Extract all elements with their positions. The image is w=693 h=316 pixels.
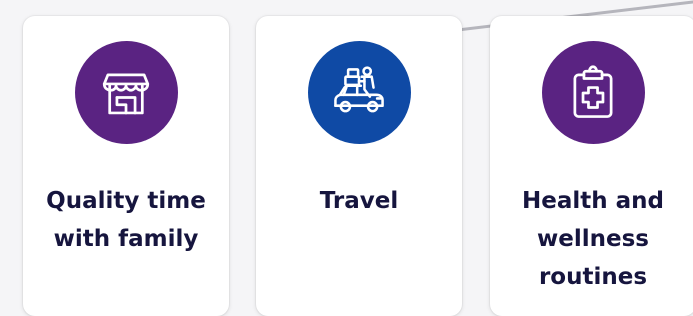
card-travel[interactable]: Travel xyxy=(256,16,462,316)
card-title: Health and wellness routines xyxy=(522,188,664,290)
card-health-and-wellness-routines[interactable]: Health and wellness routines xyxy=(490,16,693,316)
card-title: Travel xyxy=(319,188,399,214)
icon-badge xyxy=(541,41,645,144)
card-quality-time-with-family[interactable]: Quality time with family xyxy=(23,16,229,316)
car-luggage-icon xyxy=(334,65,384,112)
card-title: Quality time with family xyxy=(46,188,206,252)
icon-badge xyxy=(307,41,411,144)
storefront-icon xyxy=(102,73,150,114)
medical-clipboard-icon xyxy=(573,64,613,118)
icon-badge xyxy=(74,41,178,144)
